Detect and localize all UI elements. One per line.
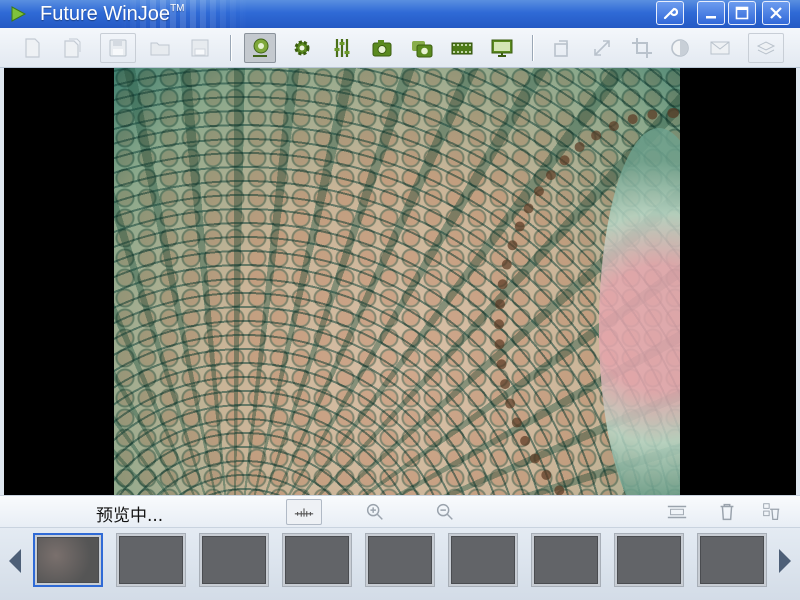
- thumbnail-image: [534, 536, 598, 584]
- film-strip-icon: [451, 42, 473, 55]
- title-bar[interactable]: Future WinJoeTM: [0, 0, 800, 28]
- open-file-icon: [64, 38, 81, 58]
- camera-capture-button[interactable]: [244, 33, 276, 63]
- thumbnail-image: [202, 536, 266, 584]
- settings-button[interactable]: [286, 33, 318, 63]
- scale-ruler-icon: [294, 508, 314, 517]
- close-button[interactable]: [762, 1, 790, 25]
- rotate-button[interactable]: [546, 33, 578, 63]
- thumbnail-image: [285, 536, 349, 584]
- stack-icon: [756, 41, 776, 55]
- toolbar-separator: [230, 35, 232, 61]
- resize-arrows-icon: [594, 40, 610, 56]
- save-disk-icon: [109, 39, 127, 57]
- thumbnail-image: [700, 536, 764, 584]
- camera-icon: [372, 40, 392, 57]
- app-logo-icon: [11, 6, 26, 22]
- zoom-in-icon: [366, 503, 383, 520]
- thumbnail[interactable]: [282, 533, 352, 587]
- minimize-button[interactable]: [697, 1, 725, 25]
- arrow-left-icon: [9, 549, 21, 573]
- settings-wrench-button[interactable]: [656, 1, 684, 25]
- thumbnail-image: [37, 537, 99, 583]
- fit-screen-icon: [667, 505, 687, 519]
- film-strip-button[interactable]: [446, 33, 478, 63]
- multi-camera-button[interactable]: [406, 33, 438, 63]
- contrast-button[interactable]: [664, 33, 696, 63]
- crop-icon: [632, 38, 652, 58]
- display-screen-icon: [491, 39, 513, 57]
- microscope-image[interactable]: [114, 68, 680, 495]
- app-window: Future WinJoeTM 预览中...: [0, 0, 800, 600]
- display-button[interactable]: [486, 33, 518, 63]
- adjust-button[interactable]: [326, 33, 358, 63]
- window-title: Future WinJoeTM: [40, 3, 185, 26]
- delete-all-icon: [763, 503, 780, 520]
- contrast-icon: [671, 39, 689, 57]
- scale-button[interactable]: [286, 499, 322, 525]
- zoom-in-button[interactable]: [360, 499, 390, 525]
- fit-screen-button[interactable]: [662, 499, 692, 525]
- thumbnail[interactable]: [531, 533, 601, 587]
- resize-button[interactable]: [586, 33, 618, 63]
- delete-button[interactable]: [712, 499, 742, 525]
- gear-icon: [294, 40, 310, 56]
- preview-area[interactable]: [4, 68, 796, 495]
- crop-button[interactable]: [626, 33, 658, 63]
- camera-button[interactable]: [366, 33, 398, 63]
- zoom-out-button[interactable]: [430, 499, 460, 525]
- multi-camera-icon: [412, 41, 433, 58]
- scroll-right-button[interactable]: [774, 545, 796, 577]
- open-folder-button[interactable]: [144, 33, 176, 63]
- arrow-right-icon: [779, 549, 791, 573]
- folder-icon: [150, 42, 170, 56]
- thumbnail-image: [119, 536, 183, 584]
- scroll-left-button[interactable]: [4, 545, 26, 577]
- open-file-button[interactable]: [56, 33, 88, 63]
- thumbnail-strip: [0, 528, 800, 600]
- thumbnail[interactable]: [33, 533, 103, 587]
- thumbnail-image: [368, 536, 432, 584]
- sliders-icon: [334, 39, 350, 57]
- envelope-button[interactable]: [704, 33, 736, 63]
- envelope-icon: [710, 41, 730, 55]
- trademark-mark: TM: [170, 3, 185, 14]
- trash-icon: [720, 503, 734, 521]
- thumbnail[interactable]: [199, 533, 269, 587]
- maximize-button[interactable]: [728, 1, 756, 25]
- thumbnail-image: [451, 536, 515, 584]
- thumbnail[interactable]: [365, 533, 435, 587]
- save-icon: [191, 39, 209, 57]
- rotate-icon: [554, 40, 568, 57]
- window-title-text: Future WinJoe: [40, 3, 171, 25]
- close-icon: [770, 7, 782, 19]
- new-file-icon: [25, 38, 40, 58]
- save-disk-button[interactable]: [100, 33, 136, 63]
- thumbnail[interactable]: [614, 533, 684, 587]
- preview-status-text: 预览中...: [96, 506, 164, 526]
- thumbnail[interactable]: [116, 533, 186, 587]
- thumbnail[interactable]: [697, 533, 767, 587]
- toolbar: [0, 28, 800, 68]
- zoom-out-icon: [436, 503, 453, 520]
- save-button[interactable]: [184, 33, 216, 63]
- new-file-button[interactable]: [16, 33, 48, 63]
- control-bar: 预览中...: [0, 495, 800, 528]
- stack-button[interactable]: [748, 33, 784, 63]
- toolbar-separator: [532, 35, 534, 61]
- webcam-icon: [253, 38, 269, 57]
- delete-all-button[interactable]: [756, 499, 786, 525]
- minimize-icon: [706, 16, 716, 19]
- thumbnail-image: [617, 536, 681, 584]
- wrench-icon: [663, 7, 678, 20]
- thumbnail[interactable]: [448, 533, 518, 587]
- maximize-icon: [735, 6, 749, 20]
